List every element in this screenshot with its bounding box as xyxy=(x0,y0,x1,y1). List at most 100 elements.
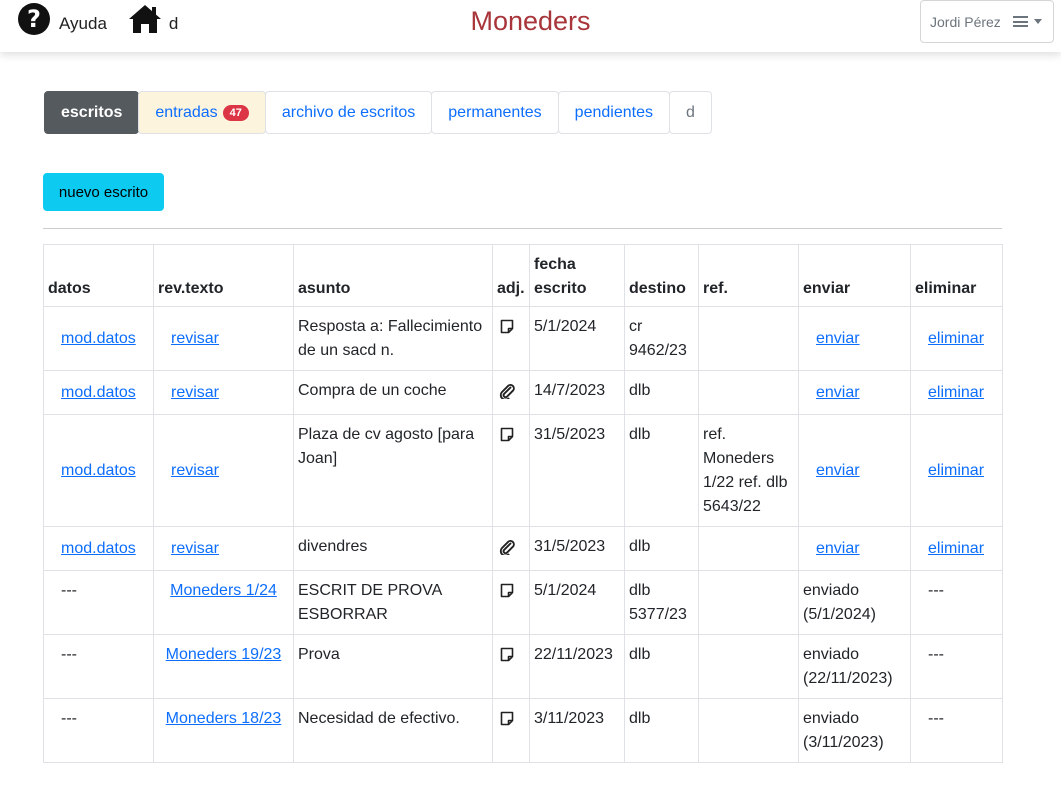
revisar-link[interactable]: revisar xyxy=(158,327,219,351)
revisar-link[interactable]: revisar xyxy=(158,537,219,561)
cell-destino: dlb xyxy=(624,698,699,763)
cell-datos: --- xyxy=(43,698,154,763)
col-header-datos[interactable]: datos xyxy=(43,244,154,307)
cell-ref xyxy=(698,698,799,763)
table-row: --- Moneders 19/23 Prova 22/11/2023 dlb envia… xyxy=(43,634,1003,699)
revisar-link[interactable]: revisar xyxy=(158,381,219,405)
note-icon[interactable] xyxy=(499,427,515,447)
enviar-link[interactable]: enviar xyxy=(803,537,860,561)
empty-datos: --- xyxy=(61,710,77,727)
protocol-link[interactable]: Moneders 18/23 xyxy=(158,707,289,731)
cell-asunto: Necesidad de efectivo. xyxy=(293,698,493,763)
cell-rev-texto: Moneders 19/23 xyxy=(153,634,294,699)
tab-d[interactable]: d xyxy=(668,91,712,134)
note-icon[interactable] xyxy=(499,711,515,731)
table-row: --- Moneders 18/23 Necesidad de efectivo. 3… xyxy=(43,698,1003,763)
eliminar-link[interactable]: eliminar xyxy=(915,327,984,351)
tab-label: d xyxy=(685,103,695,121)
caret-down-icon xyxy=(1033,19,1042,24)
cell-destino: dlb xyxy=(624,414,699,527)
cell-adj xyxy=(492,634,530,699)
col-header-rev-texto[interactable]: rev.texto xyxy=(153,244,294,307)
cell-eliminar: --- xyxy=(910,634,1003,699)
help-link[interactable]: Ayuda xyxy=(59,14,107,34)
home-link[interactable]: d xyxy=(169,14,178,34)
col-header-fecha[interactable]: fecha escrito xyxy=(529,244,625,307)
cell-ref xyxy=(698,634,799,699)
top-navbar: ? Ayuda d Moneders Jordi Pérez xyxy=(0,0,1061,52)
sent-status: enviado (5/1/2024) xyxy=(803,582,876,623)
cell-enviar: enviar xyxy=(798,306,911,371)
col-header-enviar[interactable]: enviar xyxy=(798,244,911,307)
note-icon[interactable] xyxy=(499,647,515,667)
cell-eliminar: eliminar xyxy=(910,370,1003,415)
sent-status: enviado (22/11/2023) xyxy=(803,646,893,687)
paperclip-icon[interactable] xyxy=(499,540,515,559)
new-escrito-button[interactable]: nuevo escrito xyxy=(43,173,164,211)
revisar-link[interactable]: revisar xyxy=(158,459,219,483)
table-row: --- Moneders 1/24 ESCRIT DE PROVA ESBORRAR… xyxy=(43,570,1003,635)
mod-datos-link[interactable]: mod.datos xyxy=(48,381,136,405)
mod-datos-link[interactable]: mod.datos xyxy=(48,537,136,561)
user-menu-button[interactable]: Jordi Pérez xyxy=(920,0,1054,43)
cell-eliminar: eliminar xyxy=(910,526,1003,571)
cell-rev-texto: revisar xyxy=(153,306,294,371)
cell-adj xyxy=(492,698,530,763)
eliminar-link[interactable]: eliminar xyxy=(915,459,984,483)
empty-datos: --- xyxy=(61,582,77,599)
note-icon[interactable] xyxy=(499,583,515,603)
tab-label: permanentes xyxy=(448,103,542,121)
col-header-asunto[interactable]: asunto xyxy=(293,244,493,307)
cell-rev-texto: revisar xyxy=(153,414,294,527)
cell-adj xyxy=(492,306,530,371)
cell-ref xyxy=(698,526,799,571)
cell-ref xyxy=(698,570,799,635)
tab-entradas[interactable]: entradas 47 xyxy=(138,91,266,134)
tab-permanentes[interactable]: permanentes xyxy=(431,91,559,134)
cell-adj xyxy=(492,414,530,527)
cell-asunto: Prova xyxy=(293,634,493,699)
cell-fecha: 22/11/2023 xyxy=(529,634,625,699)
hamburger-icon xyxy=(1012,14,1028,30)
tab-escritos[interactable]: escritos xyxy=(44,91,140,134)
question-circle-icon[interactable]: ? xyxy=(18,3,50,35)
enviar-link[interactable]: enviar xyxy=(803,381,860,405)
count-badge: 47 xyxy=(222,104,249,121)
cell-destino: dlb xyxy=(624,370,699,415)
cell-fecha: 5/1/2024 xyxy=(529,570,625,635)
tab-archivo-escritos[interactable]: archivo de escritos xyxy=(264,91,433,134)
col-header-destino[interactable]: destino xyxy=(624,244,699,307)
cell-rev-texto: Moneders 18/23 xyxy=(153,698,294,763)
eliminar-link[interactable]: eliminar xyxy=(915,537,984,561)
note-icon[interactable] xyxy=(499,319,515,339)
protocol-link[interactable]: Moneders 1/24 xyxy=(158,579,289,603)
eliminar-link[interactable]: eliminar xyxy=(915,381,984,405)
mod-datos-link[interactable]: mod.datos xyxy=(48,327,136,351)
table-row: mod.datos revisar Compra de un coche 14/7/2… xyxy=(43,370,1003,415)
cell-datos: mod.datos xyxy=(43,414,154,527)
empty-eliminar: --- xyxy=(928,582,944,599)
enviar-link[interactable]: enviar xyxy=(803,327,860,351)
enviar-link[interactable]: enviar xyxy=(803,459,860,483)
paperclip-icon[interactable] xyxy=(499,384,515,403)
table-row: mod.datos revisar Plaza de cv agosto [para… xyxy=(43,414,1003,527)
cell-rev-texto: revisar xyxy=(153,370,294,415)
user-name: Jordi Pérez xyxy=(930,13,1001,30)
tab-pendientes[interactable]: pendientes xyxy=(557,91,670,134)
cell-destino: cr 9462/23 xyxy=(624,306,699,371)
mod-datos-link[interactable]: mod.datos xyxy=(48,459,136,483)
col-header-ref[interactable]: ref. xyxy=(698,244,799,307)
col-header-eliminar[interactable]: eliminar xyxy=(910,244,1003,307)
col-header-adj[interactable]: adj. xyxy=(492,244,530,307)
protocol-link[interactable]: Moneders 19/23 xyxy=(158,643,289,667)
cell-datos: mod.datos xyxy=(43,370,154,415)
empty-eliminar: --- xyxy=(928,646,944,663)
cell-destino: dlb xyxy=(624,526,699,571)
cell-datos: mod.datos xyxy=(43,526,154,571)
cell-fecha: 31/5/2023 xyxy=(529,414,625,527)
home-icon[interactable] xyxy=(127,3,163,35)
cell-enviar: enviar xyxy=(798,526,911,571)
cell-enviar: enviado (22/11/2023) xyxy=(798,634,911,699)
cell-fecha: 5/1/2024 xyxy=(529,306,625,371)
cell-adj xyxy=(492,570,530,635)
